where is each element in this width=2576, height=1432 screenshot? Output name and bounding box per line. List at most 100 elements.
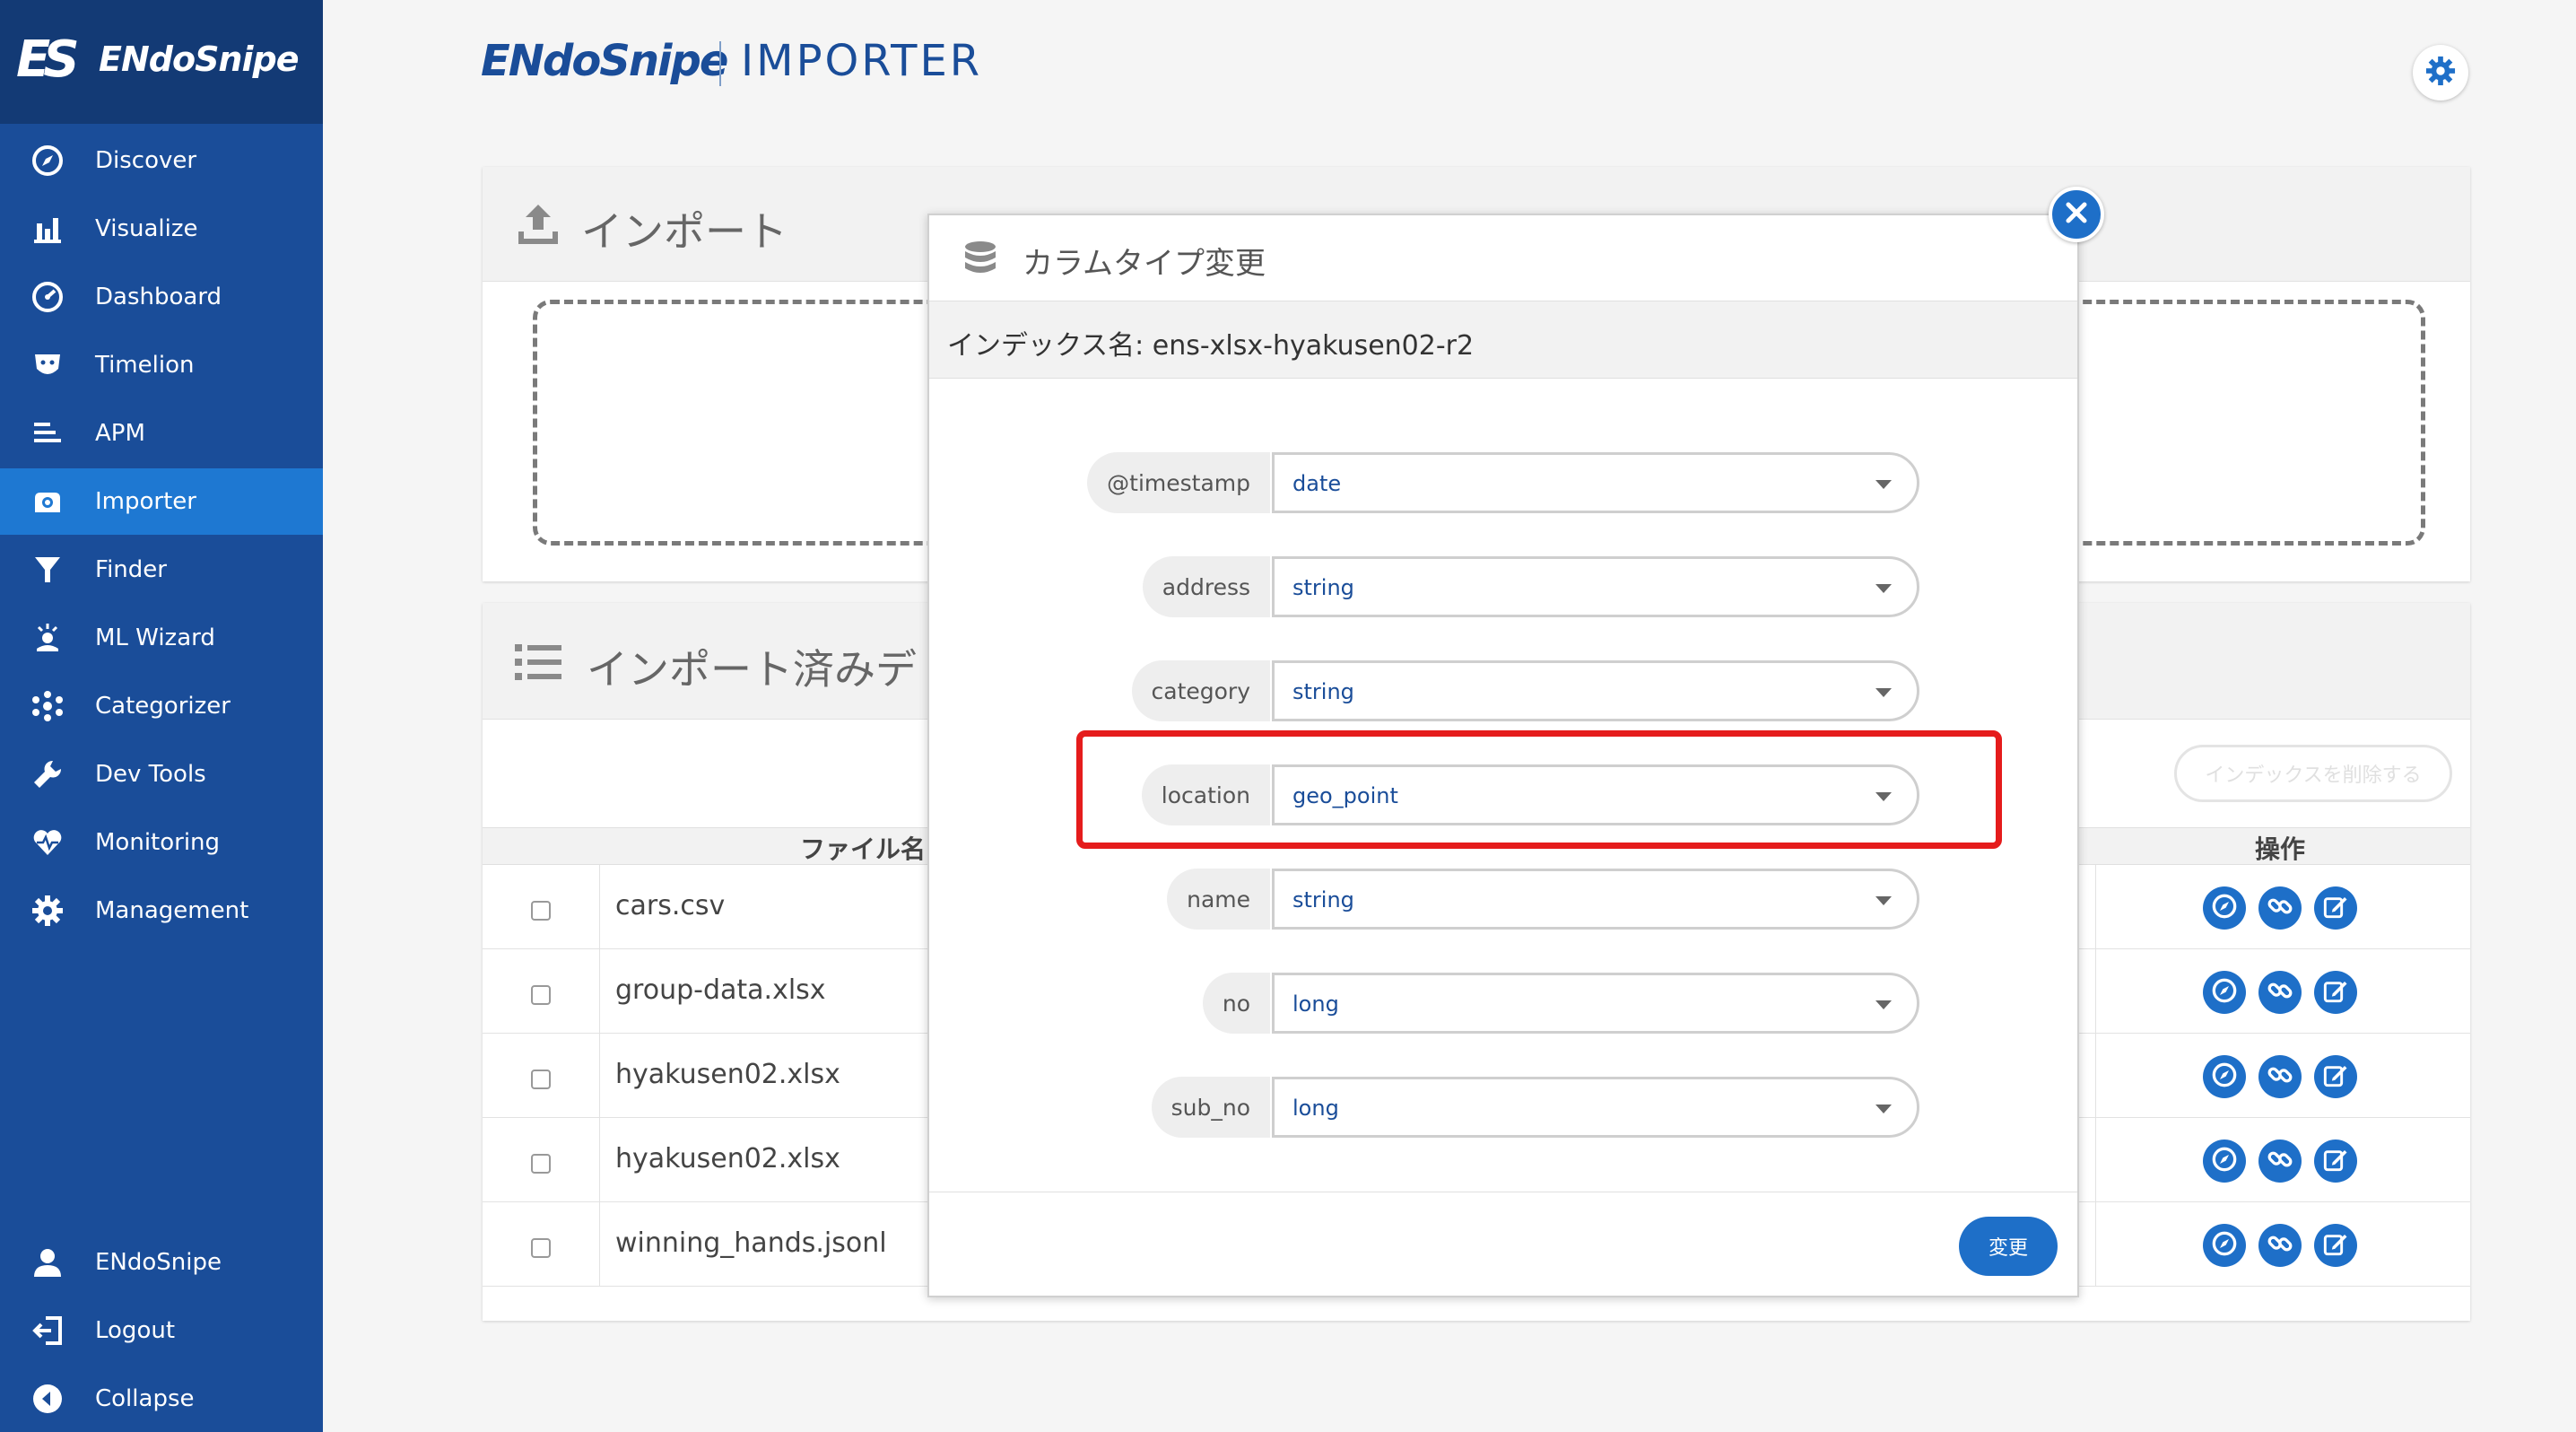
link-action-button[interactable] [2258, 886, 2302, 930]
type-select-value: string [1292, 575, 1354, 600]
field-row-name: name string [929, 869, 2077, 930]
heartbeat-icon [30, 825, 65, 860]
nav-item-ml-wizard[interactable]: ML Wizard [0, 605, 323, 671]
discover-action-button[interactable] [2203, 886, 2246, 930]
link-icon [2267, 1230, 2293, 1261]
discover-action-button[interactable] [2203, 1055, 2246, 1098]
import-panel-title: インポート [581, 207, 788, 256]
link-icon [2267, 977, 2293, 1008]
type-select-value: long [1292, 991, 1339, 1017]
nav-label: Importer [95, 488, 196, 515]
compass-icon [2211, 1146, 2238, 1176]
link-action-button[interactable] [2258, 1139, 2302, 1183]
link-action-button[interactable] [2258, 1224, 2302, 1267]
nav-item-user[interactable]: ENdoSnipe [0, 1229, 323, 1296]
column-divider [2095, 1034, 2096, 1118]
wrench-icon [30, 757, 65, 791]
nav-item-categorizer[interactable]: Categorizer [0, 673, 323, 739]
row-checkbox[interactable] [531, 1238, 551, 1258]
close-icon [2065, 201, 2088, 228]
gear-icon [30, 894, 65, 928]
edit-action-button[interactable] [2314, 1224, 2357, 1267]
nav-label: ML Wizard [95, 624, 215, 651]
nav-item-dev-tools[interactable]: Dev Tools [0, 741, 323, 808]
close-button[interactable] [2049, 187, 2104, 242]
dashboard-icon [30, 280, 65, 314]
nav-label: APM [95, 420, 145, 447]
field-row-address: address string [929, 556, 2077, 617]
discover-action-button[interactable] [2203, 1139, 2246, 1183]
nav-item-finder[interactable]: Finder [0, 537, 323, 603]
nav-item-monitoring[interactable]: Monitoring [0, 809, 323, 876]
logo-mark: ES [16, 31, 80, 89]
apm-icon [30, 416, 65, 450]
bar-chart-icon [30, 212, 65, 246]
collapse-icon [30, 1382, 65, 1416]
type-select-value: date [1292, 471, 1342, 496]
nav-label: Timelion [95, 352, 195, 379]
link-action-button[interactable] [2258, 971, 2302, 1014]
row-checkbox[interactable] [531, 1154, 551, 1174]
chevron-down-icon [1875, 688, 1892, 697]
nav-item-importer[interactable]: Importer [0, 468, 323, 535]
edit-action-button[interactable] [2314, 971, 2357, 1014]
nav-item-management[interactable]: Management [0, 878, 323, 944]
discover-action-button[interactable] [2203, 971, 2246, 1014]
nav-label: Management [95, 897, 249, 924]
type-select[interactable]: string [1272, 660, 1919, 721]
type-select[interactable]: long [1272, 1077, 1919, 1138]
nav-item-timelion[interactable]: Timelion [0, 332, 323, 398]
nav-item-dashboard[interactable]: Dashboard [0, 264, 323, 330]
type-select[interactable]: date [1272, 452, 1919, 513]
nav-label: Visualize [95, 215, 198, 242]
link-icon [2267, 1146, 2293, 1176]
nav-item-logout[interactable]: Logout [0, 1297, 323, 1364]
row-checkbox[interactable] [531, 1070, 551, 1089]
compass-icon [2211, 893, 2238, 923]
nav-item-visualize[interactable]: Visualize [0, 196, 323, 262]
chevron-down-icon [1875, 1105, 1892, 1113]
sidebar: ES ENdoSnipe Discover Visualize Dashboar… [0, 0, 323, 1432]
nav-item-discover[interactable]: Discover [0, 127, 323, 194]
edit-icon [2322, 977, 2349, 1008]
field-label: category [1131, 660, 1270, 721]
link-icon [2267, 1061, 2293, 1092]
row-checkbox[interactable] [531, 985, 551, 1005]
column-divider [599, 865, 600, 949]
compass-icon [2211, 1230, 2238, 1261]
nav-label: Discover [95, 147, 197, 174]
type-select[interactable]: long [1272, 973, 1919, 1034]
nav-item-apm[interactable]: APM [0, 400, 323, 467]
delete-index-button[interactable]: インデックスを削除する [2174, 745, 2452, 802]
link-action-button[interactable] [2258, 1055, 2302, 1098]
discover-action-button[interactable] [2203, 1224, 2246, 1267]
change-button[interactable]: 変更 [1959, 1217, 2058, 1276]
settings-button[interactable] [2413, 45, 2468, 100]
type-select[interactable]: string [1272, 556, 1919, 617]
compass-icon [30, 144, 65, 178]
nav-label: Dev Tools [95, 761, 206, 788]
brand-divider [719, 41, 721, 86]
edit-action-button[interactable] [2314, 886, 2357, 930]
type-select-value: string [1292, 679, 1354, 704]
sidebar-logo[interactable]: ES ENdoSnipe [0, 0, 323, 124]
ml-wizard-icon [30, 621, 65, 655]
compass-icon [2211, 977, 2238, 1008]
field-label: address [1142, 556, 1270, 617]
type-select[interactable]: string [1272, 869, 1919, 930]
column-divider [599, 1118, 600, 1202]
chevron-down-icon [1875, 896, 1892, 905]
column-divider [2095, 1118, 2096, 1202]
row-checkbox[interactable] [531, 901, 551, 921]
edit-icon [2322, 1230, 2349, 1261]
nav-item-collapse[interactable]: Collapse [0, 1366, 323, 1432]
gear-icon [2425, 56, 2456, 90]
nav-label: Monitoring [95, 829, 221, 856]
column-divider [2095, 1202, 2096, 1287]
field-row-timestamp: @timestamp date [929, 452, 2077, 513]
field-row-no: no long [929, 973, 2077, 1034]
edit-action-button[interactable] [2314, 1055, 2357, 1098]
funnel-icon [30, 553, 65, 587]
edit-action-button[interactable] [2314, 1139, 2357, 1183]
column-divider [599, 1202, 600, 1287]
